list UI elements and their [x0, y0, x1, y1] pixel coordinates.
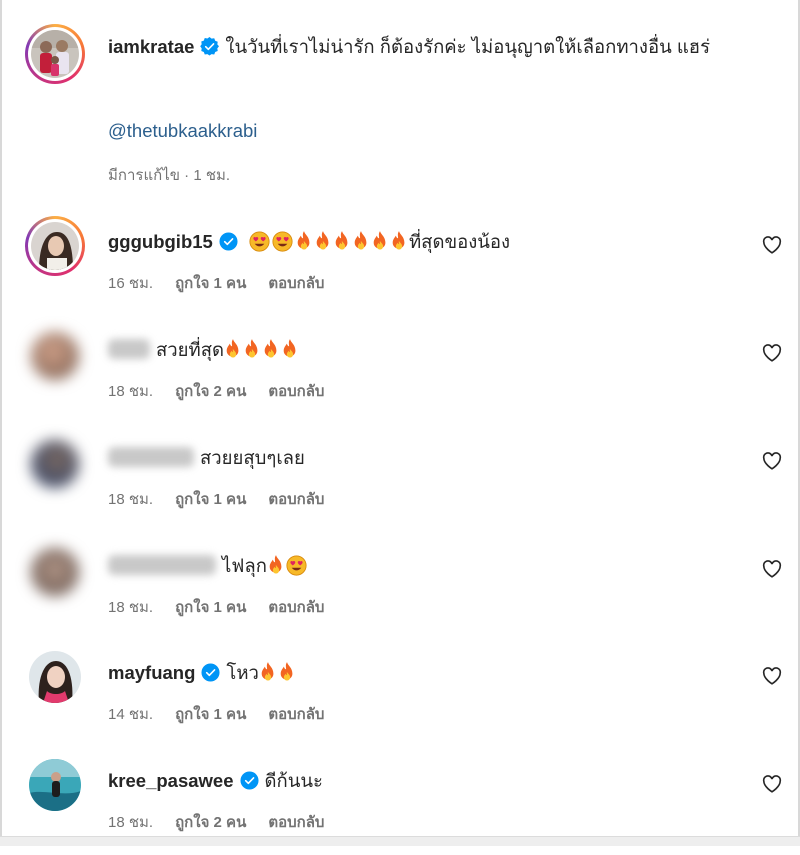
avatar[interactable] [25, 647, 85, 707]
fire-emoji [283, 339, 296, 358]
avatar [31, 30, 79, 78]
fire-emoji [280, 662, 293, 681]
comment-text: สวยที่สุด [156, 339, 225, 360]
heart-outline-icon[interactable] [762, 667, 782, 685]
fire-emoji [264, 339, 277, 358]
comment-meta: 16 ชม. ถูกใจ 1 คน ตอบกลับ [108, 271, 346, 295]
comment-item: mayfuang โหว 14 ชม. ถูกใจ 1 คน ตอบกลับ [25, 647, 800, 747]
avatar[interactable] [25, 432, 85, 492]
caption-mention-link[interactable]: @thetubkaakkrabi [108, 120, 257, 142]
comment-body: ไฟลุก [108, 553, 309, 579]
fire-emoji [373, 231, 386, 250]
caption-text: ในวันที่เราไม่น่ารัก ก็ต้องรักค่ะ ไม่อนุ… [225, 36, 711, 57]
verified-badge-icon [239, 771, 259, 790]
comment-username[interactable]: mayfuang [108, 662, 195, 683]
caption-text-block: iamkratae ในวันที่เราไม่น่ารัก ก็ต้องรักค… [108, 32, 773, 62]
blurred-username[interactable] [108, 447, 194, 467]
story-ring[interactable] [25, 24, 85, 84]
comment-username[interactable]: kree_pasawee [108, 770, 234, 791]
comment-body: kree_pasawee ดีก้นนะ [108, 768, 323, 794]
comment-likes[interactable]: ถูกใจ 1 คน [175, 275, 246, 292]
comment-text: ที่สุดของน้อง [408, 231, 511, 252]
verified-badge-icon [200, 37, 220, 56]
verified-badge-icon [219, 232, 238, 251]
comment-meta: 18 ชม. ถูกใจ 2 คน ตอบกลับ [108, 379, 346, 403]
comment-likes[interactable]: ถูกใจ 1 คน [175, 491, 246, 508]
fire-emoji [261, 662, 274, 681]
comment-meta: 14 ชม. ถูกใจ 1 คน ตอบกลับ [108, 702, 346, 726]
comment-meta: 18 ชม. ถูกใจ 1 คน ตอบกลับ [108, 595, 346, 619]
comment-time[interactable]: 18 ชม. [108, 814, 153, 831]
comment-text: สวยยสุบๆเลย [200, 447, 305, 468]
reply-button[interactable]: ตอบกลับ [268, 706, 324, 723]
blurred-username[interactable] [108, 555, 216, 575]
fire-emoji [392, 231, 405, 250]
comment-time[interactable]: 14 ชม. [108, 706, 153, 723]
heart-outline-icon[interactable] [762, 344, 782, 362]
window-border-bottom [0, 836, 800, 846]
heart-eyes-emoji [286, 555, 307, 576]
blurred-username[interactable] [108, 339, 150, 359]
comment-likes[interactable]: ถูกใจ 1 คน [175, 706, 246, 723]
comment-time[interactable]: 18 ชม. [108, 383, 153, 400]
comment-item: gggubgib15 ที่สุดของน้อง 16 ชม. ถูกใจ 1 ค… [25, 216, 800, 316]
caption-time[interactable]: 1 ชม. [193, 167, 230, 184]
reply-button[interactable]: ตอบกลับ [268, 599, 324, 616]
fire-emoji [269, 555, 282, 574]
comment-username[interactable]: gggubgib15 [108, 231, 213, 252]
edited-label: มีการแก้ไข [108, 167, 180, 184]
fire-emoji [297, 231, 310, 250]
heart-eyes-emoji [249, 231, 270, 252]
window-border-left [0, 0, 2, 846]
fire-emoji [316, 231, 329, 250]
reply-button[interactable]: ตอบกลับ [268, 814, 324, 831]
comment-meta: 18 ชม. ถูกใจ 1 คน ตอบกลับ [108, 487, 346, 511]
reply-button[interactable]: ตอบกลับ [268, 275, 324, 292]
comment-item: ไฟลุก 18 ชม. ถูกใจ 1 คน ตอบกลับ [25, 540, 800, 640]
heart-outline-icon[interactable] [762, 775, 782, 793]
caption-username[interactable]: iamkratae [108, 36, 194, 57]
comment-item: สวยยสุบๆเลย 18 ชม. ถูกใจ 1 คน ตอบกลับ [25, 432, 800, 532]
comment-text: โหว [226, 662, 259, 683]
comment-body: mayfuang โหว [108, 660, 297, 686]
heart-eyes-emoji [272, 231, 293, 252]
comment-body: สวยที่สุด [108, 337, 300, 363]
heart-outline-icon[interactable] [762, 560, 782, 578]
fire-emoji [226, 339, 239, 358]
fire-emoji [245, 339, 258, 358]
avatar[interactable] [25, 324, 85, 384]
reply-button[interactable]: ตอบกลับ [268, 491, 324, 508]
comment-likes[interactable]: ถูกใจ 1 คน [175, 599, 246, 616]
avatar[interactable] [25, 755, 85, 815]
story-ring[interactable] [25, 216, 85, 276]
reply-button[interactable]: ตอบกลับ [268, 383, 324, 400]
heart-outline-icon[interactable] [762, 236, 782, 254]
comment-text: ดีก้นนะ [264, 770, 323, 791]
fire-emoji [335, 231, 348, 250]
comment-item: สวยที่สุด 18 ชม. ถูกใจ 2 คน ตอบกลับ [25, 324, 800, 424]
comment-body: gggubgib15 ที่สุดของน้อง [108, 229, 510, 255]
avatar[interactable] [25, 216, 85, 276]
comment-time[interactable]: 16 ชม. [108, 275, 153, 292]
comment-time[interactable]: 18 ชม. [108, 599, 153, 616]
heart-outline-icon[interactable] [762, 452, 782, 470]
avatar[interactable] [25, 540, 85, 600]
comment-body: สวยยสุบๆเลย [108, 445, 305, 471]
comment-likes[interactable]: ถูกใจ 2 คน [175, 814, 246, 831]
comment-likes[interactable]: ถูกใจ 2 คน [175, 383, 246, 400]
fire-emoji [354, 231, 367, 250]
comment-meta: 18 ชม. ถูกใจ 2 คน ตอบกลับ [108, 810, 346, 834]
comment-time[interactable]: 18 ชม. [108, 491, 153, 508]
comment-text: ไฟลุก [222, 555, 267, 576]
caption-meta: มีการแก้ไข · 1 ชม. [108, 167, 231, 184]
verified-badge-icon [201, 663, 220, 682]
